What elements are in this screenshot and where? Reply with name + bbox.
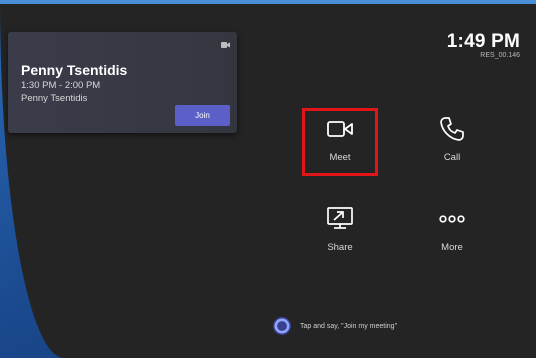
meeting-time: 1:30 PM - 2:00 PM — [21, 80, 101, 91]
video-camera-icon — [327, 121, 353, 137]
voice-hint[interactable]: Tap and say, "Join my meeting" — [272, 316, 397, 336]
meeting-card[interactable]: Penny Tsentidis 1:30 PM - 2:00 PM Penny … — [8, 32, 237, 133]
meeting-organizer: Penny Tsentidis — [21, 93, 88, 104]
device-id: RES_00.146 — [480, 52, 520, 59]
more-icon — [439, 215, 465, 223]
voice-hint-text: Tap and say, "Join my meeting" — [300, 322, 398, 330]
clock: 1:49 PM — [446, 31, 520, 52]
phone-icon — [440, 117, 464, 141]
meet-button[interactable]: Meet — [302, 108, 378, 176]
call-label: Call — [443, 152, 461, 163]
cortana-icon — [273, 317, 291, 335]
teams-meeting-icon — [221, 42, 230, 48]
more-button[interactable]: More — [414, 198, 490, 266]
teams-room-home-screen: 1:49 PM RES_00.146 Penny Tsentidis 1:30 … — [0, 0, 536, 358]
join-button[interactable]: Join — [175, 105, 230, 126]
device-frame: 1:49 PM RES_00.146 Penny Tsentidis 1:30 … — [0, 0, 536, 358]
meet-label: Meet — [329, 152, 351, 163]
call-button[interactable]: Call — [414, 108, 490, 176]
more-label: More — [441, 242, 463, 253]
share-button[interactable]: Share — [302, 198, 378, 266]
meeting-title: Penny Tsentidis — [21, 62, 128, 78]
share-screen-icon — [327, 207, 353, 229]
share-label: Share — [327, 242, 353, 253]
